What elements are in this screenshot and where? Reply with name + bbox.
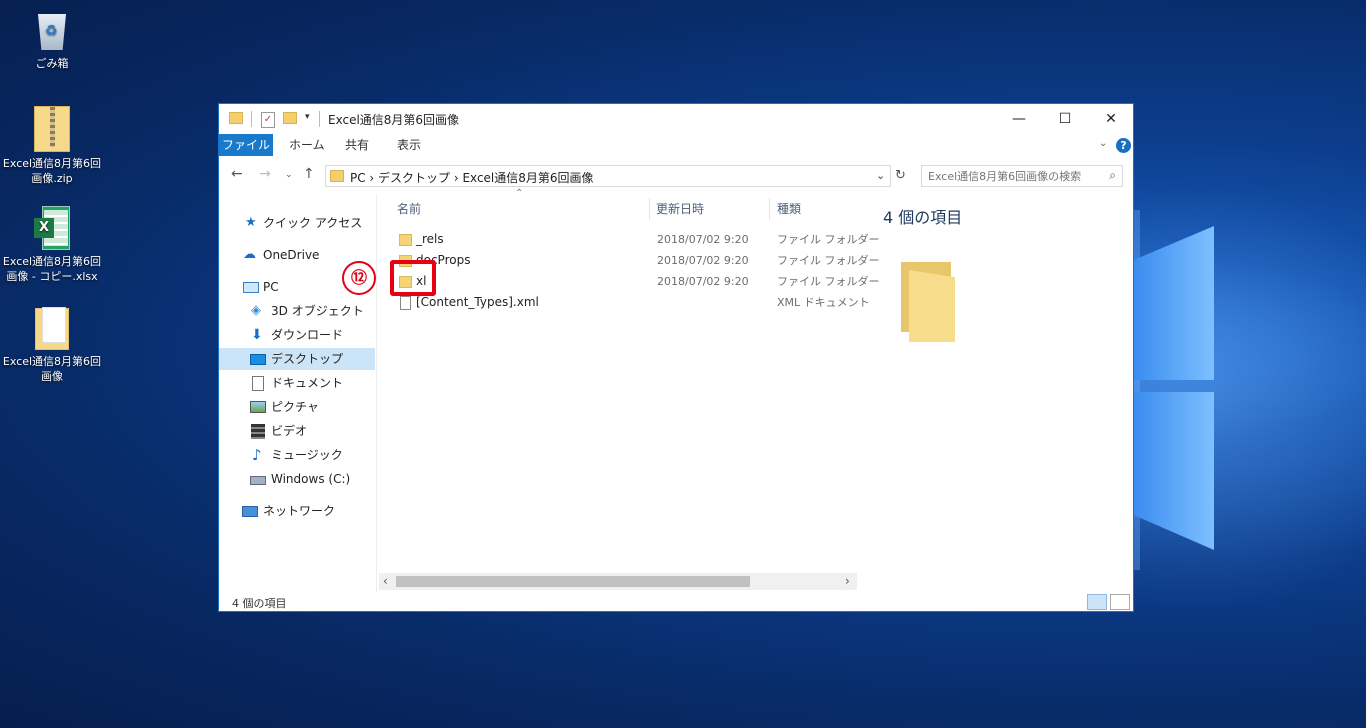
customize-quick-access-icon[interactable]: ▾ <box>305 112 310 128</box>
navigation-pane: ★ クイック アクセス ☁ OneDrive PC ◈ 3D オブジェクト ⬇ … <box>219 194 377 592</box>
tab-home[interactable]: ホーム <box>277 134 337 156</box>
folder-icon <box>35 307 69 350</box>
file-row[interactable]: docProps 2018/07/02 9:20 ファイル フォルダー <box>379 250 880 271</box>
zip-folder-icon <box>34 106 70 152</box>
large-icons-view-icon[interactable] <box>1110 594 1130 610</box>
column-header-modified[interactable]: 更新日時 <box>656 200 704 217</box>
properties-icon[interactable]: ✓ <box>261 112 275 128</box>
preview-item-count: 4 個の項目 <box>883 208 963 227</box>
forward-button[interactable]: → <box>259 166 271 182</box>
document-icon <box>252 376 264 391</box>
close-button[interactable]: ✕ <box>1088 104 1134 134</box>
preview-pane: 4 個の項目 <box>859 194 1133 592</box>
minimize-button[interactable]: — <box>996 104 1042 134</box>
file-row-xl[interactable]: xl 2018/07/02 9:20 ファイル フォルダー <box>379 271 880 292</box>
details-view-icon[interactable] <box>1087 594 1107 610</box>
desktop-icon-label: ごみ箱 <box>35 57 69 70</box>
desktop-icon-xlsx[interactable]: X Excel通信8月第6回画像 - コピー.xlsx <box>0 206 104 284</box>
scroll-left-icon[interactable]: ‹ <box>383 573 388 590</box>
navigation-bar: ← → ⌄ ↑ PC › デスクトップ › Excel通信8月第6回画像 ⌄ ↻… <box>219 162 1133 190</box>
desktop-icon-label: Excel通信8月第6回画像 - コピー.xlsx <box>2 255 102 283</box>
desktop-icon <box>250 354 266 365</box>
refresh-button[interactable]: ↻ <box>895 168 906 183</box>
network-icon <box>242 506 258 517</box>
back-button[interactable]: ← <box>231 166 243 182</box>
folder-icon <box>330 170 344 185</box>
divider <box>251 111 252 127</box>
recent-locations-icon[interactable]: ⌄ <box>285 170 293 180</box>
folder-icon <box>901 262 955 342</box>
tab-file[interactable]: ファイル <box>219 134 273 156</box>
horizontal-scrollbar[interactable]: ‹ › <box>379 573 857 590</box>
nav-item-3d-objects[interactable]: ◈ 3D オブジェクト <box>219 300 375 322</box>
new-folder-icon[interactable] <box>283 112 297 128</box>
excel-file-icon: X <box>34 206 70 250</box>
nav-item-quick-access[interactable]: ★ クイック アクセス <box>219 212 375 234</box>
divider <box>319 111 320 127</box>
status-item-count: 4 個の項目 <box>232 597 287 610</box>
help-icon[interactable]: ? <box>1116 138 1131 153</box>
folder-icon <box>399 234 412 246</box>
desktop-icon-recycle-bin[interactable]: ♻ ごみ箱 <box>0 8 104 71</box>
nav-item-drive-c[interactable]: Windows (C:) <box>219 468 375 490</box>
cube-icon: ◈ <box>251 303 261 318</box>
download-icon: ⬇ <box>251 327 263 343</box>
nav-item-network[interactable]: ネットワーク <box>219 500 375 522</box>
nav-item-downloads[interactable]: ⬇ ダウンロード <box>219 324 375 346</box>
column-header-name[interactable]: 名前 <box>397 200 421 217</box>
nav-item-videos[interactable]: ビデオ <box>219 420 375 442</box>
cloud-icon: ☁ <box>243 247 256 262</box>
address-bar[interactable]: PC › デスクトップ › Excel通信8月第6回画像 ⌄ <box>325 165 891 187</box>
sort-ascending-icon: ⌃ <box>515 188 524 199</box>
tab-view[interactable]: 表示 <box>385 134 433 156</box>
title-bar: ✓ ▾ Excel通信8月第6回画像 — ☐ ✕ <box>219 104 1133 134</box>
desktop-icon-zip[interactable]: Excel通信8月第6回画像.zip <box>0 106 104 186</box>
nav-item-pictures[interactable]: ピクチャ <box>219 396 375 418</box>
up-button[interactable]: ↑ <box>303 166 315 182</box>
breadcrumb[interactable]: PC › デスクトップ › Excel通信8月第6回画像 <box>350 169 594 186</box>
star-icon: ★ <box>245 215 257 230</box>
file-row[interactable]: [Content_Types].xml XML ドキュメント <box>379 292 870 313</box>
address-dropdown-icon[interactable]: ⌄ <box>876 169 885 182</box>
expand-ribbon-icon[interactable]: ⌄ <box>1099 138 1107 149</box>
desktop-icon-label: Excel通信8月第6回画像.zip <box>2 157 102 185</box>
nav-item-music[interactable]: ♪ ミュージック <box>219 444 375 466</box>
step-number-badge: ⑫ <box>342 261 376 295</box>
pc-icon <box>243 282 259 293</box>
nav-item-documents[interactable]: ドキュメント <box>219 372 375 394</box>
status-bar: 4 個の項目 <box>219 593 1133 611</box>
explorer-window: ✓ ▾ Excel通信8月第6回画像 — ☐ ✕ ファイル ホーム 共有 表示 … <box>218 103 1134 612</box>
nav-item-desktop[interactable]: デスクトップ <box>219 348 375 370</box>
maximize-button[interactable]: ☐ <box>1042 104 1088 134</box>
tab-share[interactable]: 共有 <box>333 134 381 156</box>
column-divider[interactable] <box>649 198 650 220</box>
xml-file-icon <box>400 296 411 310</box>
column-header-type[interactable]: 種類 <box>777 200 801 217</box>
desktop-icon-folder[interactable]: Excel通信8月第6回画像 <box>0 307 104 384</box>
file-row[interactable]: _rels 2018/07/02 9:20 ファイル フォルダー <box>379 229 880 250</box>
window-title: Excel通信8月第6回画像 <box>328 113 460 127</box>
column-divider[interactable] <box>769 198 770 220</box>
picture-icon <box>250 401 266 413</box>
music-icon: ♪ <box>252 446 262 464</box>
file-list: ⌃ 名前 更新日時 種類 _rels 2018/07/02 9:20 ファイル … <box>379 188 880 592</box>
highlight-box <box>390 260 436 296</box>
search-box[interactable]: ⌕ <box>921 165 1123 187</box>
scroll-right-icon[interactable]: › <box>845 573 850 590</box>
search-icon: ⌕ <box>1109 168 1116 182</box>
search-input[interactable] <box>928 168 1098 184</box>
folder-icon <box>229 112 243 128</box>
video-icon <box>251 424 265 439</box>
desktop-icon-label: Excel通信8月第6回画像 <box>2 355 102 383</box>
recycle-bin-icon: ♻ <box>33 8 71 52</box>
ribbon-tabs: ファイル ホーム 共有 表示 ⌄ ? <box>219 134 1133 156</box>
scrollbar-thumb[interactable] <box>396 576 750 587</box>
drive-icon <box>250 476 266 485</box>
